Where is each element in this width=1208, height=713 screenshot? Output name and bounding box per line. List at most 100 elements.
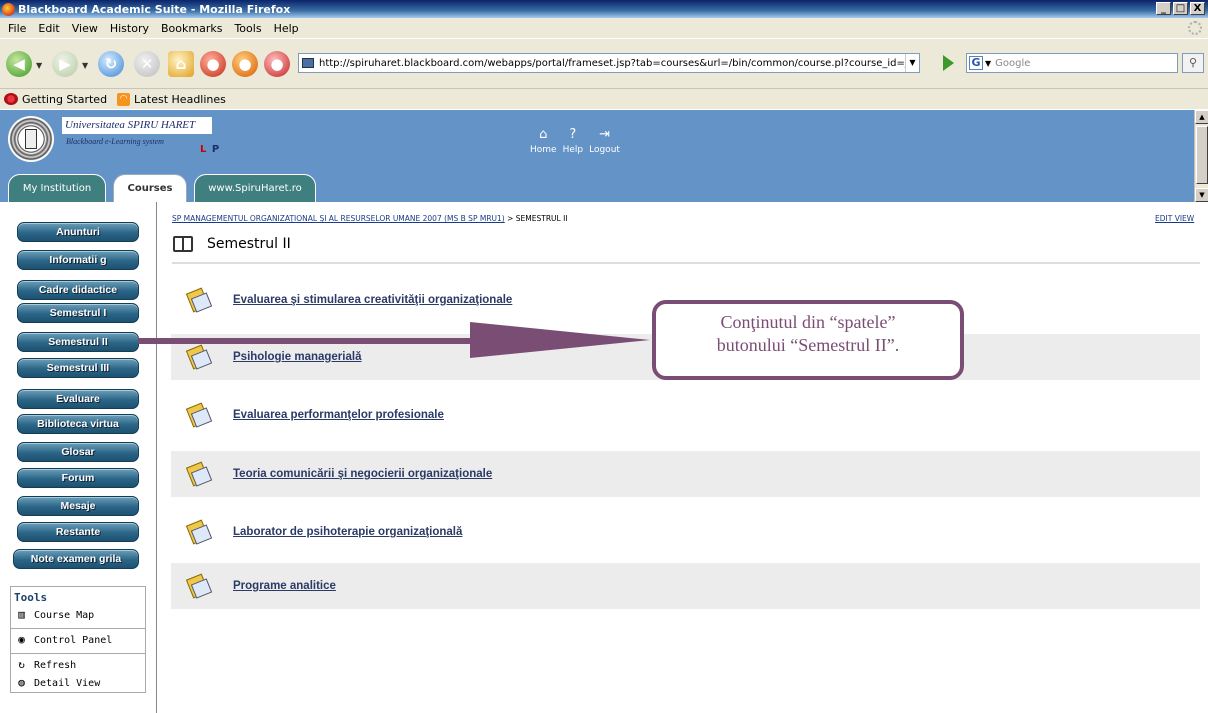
content-item-link[interactable]: Evaluarea şi stimularea creativităţii or… [233, 294, 512, 306]
menu-history[interactable]: History [104, 22, 155, 35]
document-folder-icon [185, 344, 213, 370]
menu-note-examen[interactable]: Note examen grila [13, 549, 139, 569]
search-magnifier-icon[interactable]: ⚲ [1182, 53, 1204, 73]
menu-glosar[interactable]: Glosar [17, 442, 139, 462]
addon-button-2[interactable]: ● [232, 51, 258, 77]
menu-tools[interactable]: Tools [228, 22, 267, 35]
addon-icon-2: ● [238, 55, 252, 73]
address-bar[interactable]: http://spiruharet.blackboard.com/webapps… [298, 53, 920, 73]
menu-view[interactable]: View [66, 22, 104, 35]
search-engine-dropdown-icon[interactable]: ▼ [985, 59, 991, 68]
menu-anunturi[interactable]: Anunturi [17, 222, 139, 242]
content-item-link[interactable]: Evaluarea performanţelor profesionale [233, 409, 444, 421]
back-button[interactable]: ◀ [6, 51, 32, 77]
scroll-down-icon[interactable]: ▼ [1195, 188, 1208, 202]
menu-semestrul-i[interactable]: Semestrul I [17, 303, 139, 323]
reload-button[interactable]: ↻ [98, 51, 124, 77]
logout-link[interactable]: ⇥ Logout [589, 127, 620, 156]
menu-semestrul-ii[interactable]: Semestrul II [17, 332, 139, 352]
window-title: Blackboard Academic Suite - Mozilla Fire… [18, 2, 291, 16]
window-controls: _ □ X [1156, 2, 1205, 15]
tab-courses[interactable]: Courses [113, 174, 187, 202]
search-box[interactable]: G ▼ Google [966, 53, 1178, 73]
menu-evaluare[interactable]: Evaluare [17, 389, 139, 409]
home-label: Home [530, 145, 557, 155]
navigation-toolbar: ◀ ▼ ▶ ▼ ↻ ✕ ⌂ ● ● ● http://spiruharet.bl… [0, 38, 1208, 88]
help-label: Help [562, 145, 584, 155]
menu-biblioteca[interactable]: Biblioteca virtua [17, 414, 139, 434]
scroll-up-icon[interactable]: ▲ [1195, 110, 1208, 124]
menu-edit[interactable]: Edit [32, 22, 65, 35]
tool-course-map[interactable]: ▥ Course Map [11, 606, 145, 624]
home-button[interactable]: ⌂ [168, 51, 194, 77]
addon-button-3[interactable]: ● [264, 51, 290, 77]
tools-title: Tools [14, 591, 48, 604]
document-folder-icon [185, 287, 213, 313]
bookmark-label: Latest Headlines [134, 92, 226, 106]
forward-button[interactable]: ▶ [52, 51, 78, 77]
content-item-link[interactable]: Psihologie managerială [233, 351, 361, 363]
minimize-button[interactable]: _ [1156, 2, 1171, 15]
menu-cadre-didactice[interactable]: Cadre didactice [17, 280, 139, 300]
content-item-link[interactable]: Programe analitice [233, 580, 336, 592]
tool-refresh[interactable]: ↻ Refresh [11, 656, 145, 674]
close-button[interactable]: X [1190, 2, 1205, 15]
document-folder-icon [185, 461, 213, 487]
logout-icon: ⇥ [599, 127, 610, 142]
addon-button-1[interactable]: ● [200, 51, 226, 77]
window-titlebar: Blackboard Academic Suite - Mozilla Fire… [0, 0, 1208, 18]
breadcrumb: SP MANAGEMENTUL ORGANIZAŢIONAL ŞI AL RES… [172, 214, 568, 223]
book-icon [173, 236, 193, 252]
tool-label: Refresh [34, 659, 77, 671]
breadcrumb-course-link[interactable]: SP MANAGEMENTUL ORGANIZAŢIONAL ŞI AL RES… [172, 214, 505, 223]
bookmark-getting-started[interactable]: Getting Started [4, 93, 107, 106]
breadcrumb-current: SEMESTRUL II [515, 214, 568, 223]
system-name: Blackboard e-Learning system [66, 137, 164, 146]
go-button[interactable] [943, 55, 954, 71]
header-scrollbar[interactable]: ▲ ▼ [1194, 110, 1208, 202]
lp-letter-l: L [200, 144, 208, 155]
menu-bookmarks[interactable]: Bookmarks [155, 22, 228, 35]
scroll-thumb[interactable] [1196, 126, 1208, 184]
tool-detail-view[interactable]: ◍ Detail View [11, 674, 145, 692]
menu-informatii[interactable]: Informatii g [17, 250, 139, 270]
header-tools: ⌂ Home ? Help ⇥ Logout [530, 127, 620, 156]
content-item: Teoria comunicării şi negocierii organiz… [171, 451, 1200, 497]
tab-my-institution[interactable]: My Institution [8, 174, 106, 202]
document-folder-icon [185, 402, 213, 428]
menu-forum[interactable]: Forum [17, 468, 139, 488]
tab-spiruharet[interactable]: www.SpiruHaret.ro [194, 174, 316, 202]
menu-semestrul-iii[interactable]: Semestrul III [17, 358, 139, 378]
document-folder-icon [185, 573, 213, 599]
stop-button[interactable]: ✕ [134, 51, 160, 77]
tool-label: Control Panel [34, 634, 113, 646]
search-placeholder[interactable]: Google [995, 58, 1030, 69]
menu-bar: File Edit View History Bookmarks Tools H… [0, 18, 1208, 38]
title-divider [172, 262, 1200, 264]
tool-control-panel[interactable]: ◉ Control Panel [11, 631, 145, 649]
lp-logo: L P [200, 144, 220, 155]
bookmark-label: Getting Started [22, 92, 108, 106]
forward-dropdown-icon[interactable]: ▼ [82, 61, 88, 70]
menu-restante[interactable]: Restante [17, 522, 139, 542]
content-item-link[interactable]: Laborator de psihoterapie organizaţional… [233, 526, 462, 538]
home-icon: ⌂ [175, 55, 187, 73]
url-history-dropdown-icon[interactable]: ▼ [905, 54, 919, 72]
google-engine-icon[interactable]: G [969, 56, 983, 70]
menu-help[interactable]: Help [268, 22, 305, 35]
edit-view-link[interactable]: EDIT VIEW [1155, 214, 1194, 223]
maximize-button[interactable]: □ [1173, 2, 1188, 15]
menu-file[interactable]: File [2, 22, 32, 35]
content-item-link[interactable]: Teoria comunicării şi negocierii organiz… [233, 468, 492, 480]
menu-mesaje[interactable]: Mesaje [17, 496, 139, 516]
page-title: Semestrul II [173, 236, 291, 252]
back-dropdown-icon[interactable]: ▼ [36, 61, 42, 70]
bookmark-latest-headlines[interactable]: ◠ Latest Headlines [117, 92, 226, 106]
page-title-text: Semestrul II [207, 236, 291, 252]
help-link[interactable]: ? Help [562, 127, 584, 156]
reload-icon: ↻ [104, 55, 118, 73]
help-icon: ? [569, 127, 577, 142]
addon-icon-3: ● [270, 55, 284, 73]
home-link[interactable]: ⌂ Home [530, 128, 557, 156]
url-text[interactable]: http://spiruharet.blackboard.com/webapps… [319, 58, 905, 69]
